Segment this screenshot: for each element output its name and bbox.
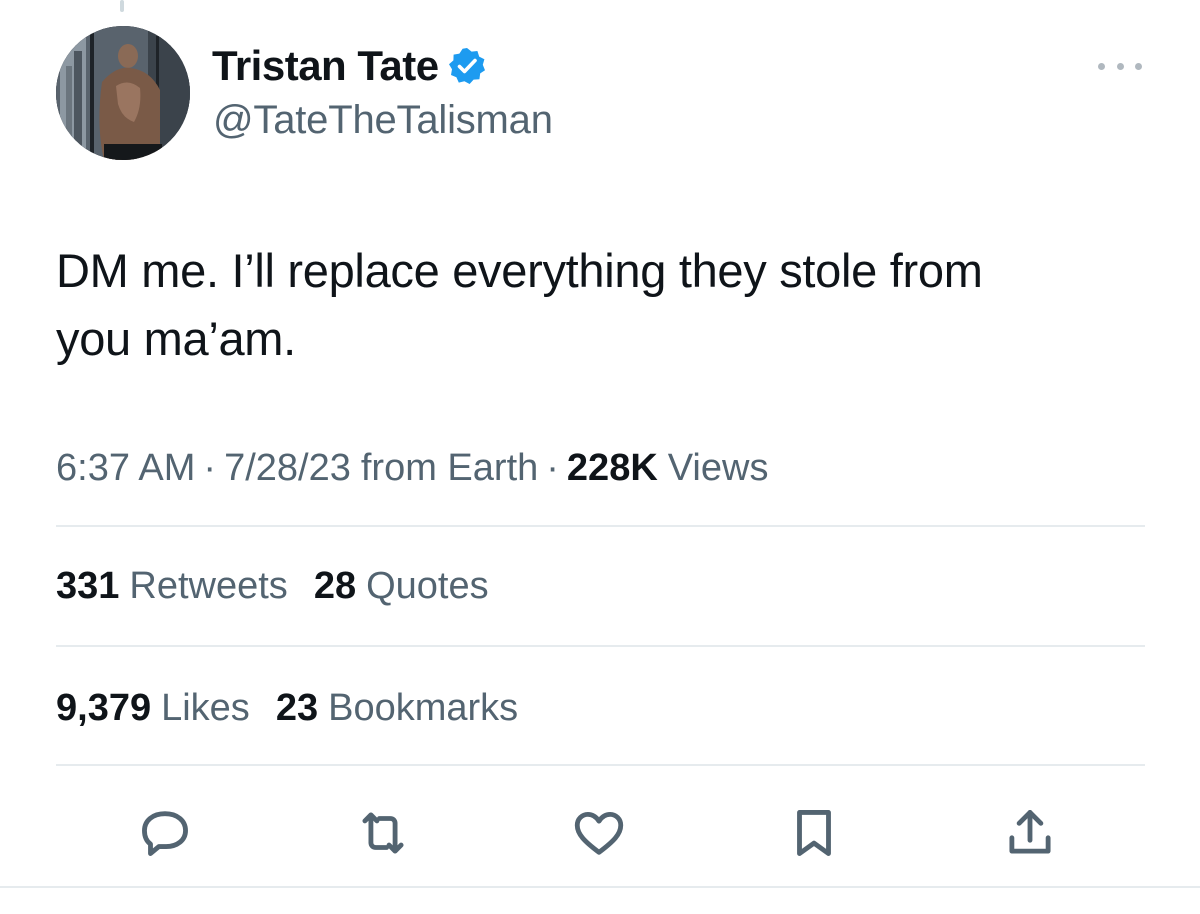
tweet-text: DM me. I’ll replace everything they stol… [56,237,1146,373]
verified-badge-icon [447,46,487,86]
quotes-count: 28 [313,564,357,607]
more-dot [1116,62,1124,70]
retweets-count: 331 [56,564,120,607]
more-dot [1098,62,1105,70]
meta-separator: · [203,446,217,489]
author-handle[interactable]: @TateTheTalisman [213,98,553,143]
bookmarks-stat[interactable]: 23 Bookmarks [276,687,518,730]
tweet-text-line: DM me. I’ll replace everything they stol… [56,244,983,297]
likes-label: Likes [161,686,250,729]
retweets-stat[interactable]: 331 Retweets [56,565,288,608]
avatar[interactable] [56,26,190,160]
display-name[interactable]: Tristan Tate [212,42,439,90]
tweet-detail: Tristan Tate @TateTheTalisman DM me. I’l… [0,0,1200,914]
meta-separator: · [546,446,559,489]
retweets-label: Retweets [129,564,288,607]
share-icon[interactable] [995,798,1065,868]
thread-connector-line [120,0,124,12]
divider [56,764,1145,766]
tweet-source: from Earth [360,446,539,489]
quotes-label: Quotes [366,564,489,607]
more-options-icon[interactable] [1098,56,1142,76]
views-count: 228K [566,446,658,489]
likes-count: 9,379 [56,686,152,729]
quotes-stat[interactable]: 28 Quotes [314,565,489,608]
views-label: Views [667,446,769,489]
retweet-icon[interactable] [348,798,418,868]
author-name-row[interactable]: Tristan Tate [212,40,487,92]
bookmark-icon[interactable] [779,798,849,868]
tweet-date[interactable]: 7/28/23 [224,447,351,490]
bookmarks-count: 23 [275,686,319,729]
bookmarks-label: Bookmarks [328,686,519,729]
divider [0,886,1200,888]
divider [56,525,1145,527]
tweet-meta: 6:37 AM · 7/28/23 from Earth · 228K View… [56,444,768,492]
stats-row-engagement: 331 Retweets 28 Quotes [56,562,515,610]
tweet-time[interactable]: 6:37 AM [56,447,195,490]
stats-row-likes: 9,379 Likes 23 Bookmarks [56,684,544,732]
likes-stat[interactable]: 9,379 Likes [56,687,250,730]
reply-icon[interactable] [130,798,200,868]
tweet-text-line: you ma’am. [56,312,296,365]
divider [56,645,1145,647]
action-bar [0,798,1200,868]
more-dot [1135,62,1142,70]
heart-icon[interactable] [564,798,634,868]
